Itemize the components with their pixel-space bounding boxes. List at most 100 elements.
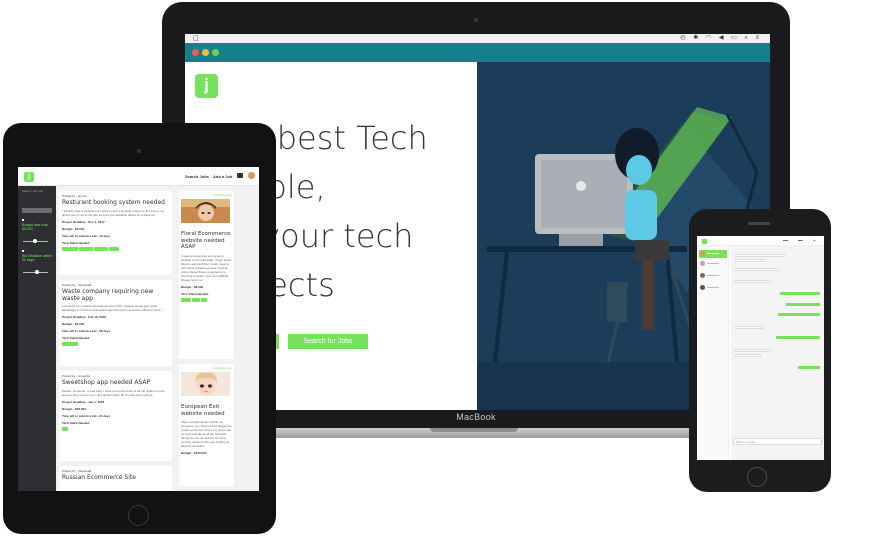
maximize-window-icon[interactable] bbox=[212, 49, 219, 56]
job-posted-by: Posted by - thedonald bbox=[62, 469, 92, 473]
close-window-icon[interactable] bbox=[192, 49, 199, 56]
job-description: I currently run a waste disposal service… bbox=[62, 304, 165, 312]
deadline-slider[interactable] bbox=[23, 270, 48, 274]
filter-sidebar: Search Job Ads Budget less than $5,000 B… bbox=[18, 186, 56, 491]
message-incoming bbox=[735, 268, 779, 271]
nav-search-jobs[interactable]: Search Jobs bbox=[185, 174, 209, 179]
chat-header: ▬▬ ▬▬ ▪● bbox=[697, 236, 824, 246]
job-description: I already have a website but I want to a… bbox=[62, 208, 165, 217]
message-incoming bbox=[735, 280, 771, 283]
ad-tags bbox=[181, 297, 232, 303]
job-tags bbox=[62, 426, 169, 432]
tech-tag[interactable] bbox=[62, 342, 78, 346]
job-budget: Budget - $28,500 bbox=[62, 406, 86, 411]
job-deadline: Project Deadline - Jan 1, 2018 bbox=[62, 399, 105, 404]
job-time-left: Time left to submit a bid - 58 days bbox=[62, 329, 111, 333]
site-logo[interactable]: j bbox=[195, 74, 218, 98]
job-title[interactable]: Russian Ecommerce Site bbox=[62, 474, 169, 482]
budget-slider[interactable] bbox=[23, 239, 48, 243]
contact-avatar bbox=[700, 285, 705, 290]
advertisement-card[interactable]: Advertisement Floral Ecommerce website n… bbox=[179, 191, 234, 359]
tech-tag[interactable] bbox=[192, 297, 200, 302]
apple-logo-icon[interactable]:  bbox=[193, 34, 199, 43]
message-incoming bbox=[735, 326, 763, 329]
budget-filter-label: Budget less than $5,000 bbox=[22, 223, 49, 231]
conversation-item[interactable] bbox=[699, 272, 727, 280]
message-outgoing bbox=[786, 303, 820, 306]
user-avatar[interactable] bbox=[248, 172, 255, 179]
site-logo[interactable]: j bbox=[24, 172, 34, 182]
message-outgoing bbox=[776, 336, 820, 339]
device-mockup-scene:  ◴ ✱ ◠ ◀ ▭ ⌕ ≡ j The best Tech people, … bbox=[0, 0, 872, 540]
ipad-camera bbox=[137, 149, 141, 153]
minimize-window-icon[interactable] bbox=[202, 49, 209, 56]
job-tags bbox=[62, 246, 169, 252]
job-budget: Budget - $2,500 bbox=[62, 322, 85, 326]
ad-budget: Budget - $120,000 bbox=[181, 451, 207, 455]
conversation-item[interactable] bbox=[699, 284, 727, 292]
tech-tag[interactable] bbox=[62, 426, 68, 431]
job-board-header: j Search Jobs Add a Job bbox=[18, 167, 259, 186]
job-title[interactable]: Resturant booking system needed bbox=[62, 199, 169, 207]
tech-tag[interactable] bbox=[109, 246, 119, 251]
job-time-left: Time left to submit a bid - 13 days bbox=[62, 233, 111, 238]
job-card[interactable]: Posted by - jamesr Resturant booking sys… bbox=[59, 191, 172, 275]
job-title[interactable]: Waste company requiring new waste app bbox=[62, 288, 169, 302]
menu-status-icons: ◴ ✱ ◠ ◀ ▭ ⌕ ≡ bbox=[680, 35, 762, 41]
site-logo[interactable] bbox=[702, 239, 707, 244]
message-input[interactable]: Write a message... bbox=[733, 438, 822, 445]
advertisement-card[interactable]: Advertisement European Exit website need… bbox=[179, 364, 234, 486]
tech-tag[interactable] bbox=[62, 246, 78, 251]
message-incoming bbox=[735, 349, 771, 352]
deadline-checkbox[interactable] bbox=[22, 250, 24, 252]
message-incoming bbox=[735, 254, 785, 257]
tech-tag[interactable] bbox=[201, 297, 207, 302]
tech-tag[interactable] bbox=[94, 246, 108, 251]
ad-image-girl bbox=[181, 372, 230, 396]
job-title[interactable]: Sweetshop app needed ASAP bbox=[62, 379, 169, 387]
job-stack-label: Tech Stack Needed bbox=[62, 240, 90, 245]
job-posted-by: Posted by - nimeship bbox=[62, 374, 91, 378]
ad-budget: Budget - $8,000 bbox=[181, 284, 204, 289]
iphone-home-button[interactable] bbox=[747, 467, 767, 487]
chat-icon[interactable]: ▪● bbox=[813, 239, 815, 242]
job-deadline: Project Deadline - Feb 18, 2018 bbox=[62, 315, 107, 319]
contact-name bbox=[707, 287, 719, 288]
conversation-item[interactable] bbox=[699, 250, 727, 258]
ad-title[interactable]: Floral Ecommerce website needed ASAP bbox=[181, 231, 232, 251]
search-ads-label: Search Job Ads bbox=[22, 189, 44, 193]
contact-avatar bbox=[700, 273, 705, 278]
job-time-left: Time left to submit a bid - 24 days bbox=[62, 413, 111, 418]
deadline-slider-knob[interactable] bbox=[35, 270, 39, 274]
conversation-item[interactable] bbox=[699, 260, 727, 268]
job-budget: Budget - $3,000 bbox=[62, 226, 85, 231]
ad-label: Advertisement bbox=[212, 366, 232, 370]
budget-slider-knob[interactable] bbox=[33, 239, 37, 243]
job-stack-label: Tech Stack Needed bbox=[62, 420, 90, 425]
iphone-screen: ▬▬ ▬▬ ▪● Write a message... bbox=[697, 236, 824, 460]
contact-name bbox=[707, 253, 719, 254]
job-tags bbox=[62, 342, 169, 347]
chat-icon[interactable] bbox=[237, 173, 243, 178]
ipad-screen: j Search Jobs Add a Job Search Job Ads B… bbox=[18, 167, 259, 491]
contact-name bbox=[707, 275, 719, 276]
nav-add-job[interactable]: ▬▬ bbox=[798, 239, 803, 242]
ad-description: After a shock election within my company… bbox=[181, 420, 232, 448]
job-card[interactable]: Posted by - nimeship Sweetshop app neede… bbox=[59, 371, 172, 461]
nav-add-job[interactable]: Add a Job bbox=[213, 174, 232, 179]
tech-tag[interactable] bbox=[181, 297, 191, 302]
message-outgoing bbox=[780, 292, 820, 295]
job-posted-by: Posted by - thedonald bbox=[62, 283, 92, 287]
budget-checkbox[interactable] bbox=[22, 219, 24, 221]
conversation-list bbox=[697, 246, 729, 460]
job-card[interactable]: Posted by - thedonald Waste company requ… bbox=[59, 280, 172, 366]
mac-menu-bar:  ◴ ✱ ◠ ◀ ▭ ⌕ ≡ bbox=[185, 34, 770, 43]
search-ads-input[interactable] bbox=[22, 208, 52, 213]
contact-avatar bbox=[700, 251, 705, 256]
ipad-home-button[interactable] bbox=[128, 505, 149, 526]
tech-tag[interactable] bbox=[79, 246, 93, 251]
job-card[interactable]: Posted by - thedonald Russian Ecommerce … bbox=[59, 466, 172, 491]
ad-title[interactable]: European Exit website needed bbox=[181, 404, 232, 417]
search-for-jobs-button[interactable]: Search for Jobs bbox=[288, 334, 368, 349]
nav-search-jobs[interactable]: ▬▬ bbox=[783, 239, 788, 242]
